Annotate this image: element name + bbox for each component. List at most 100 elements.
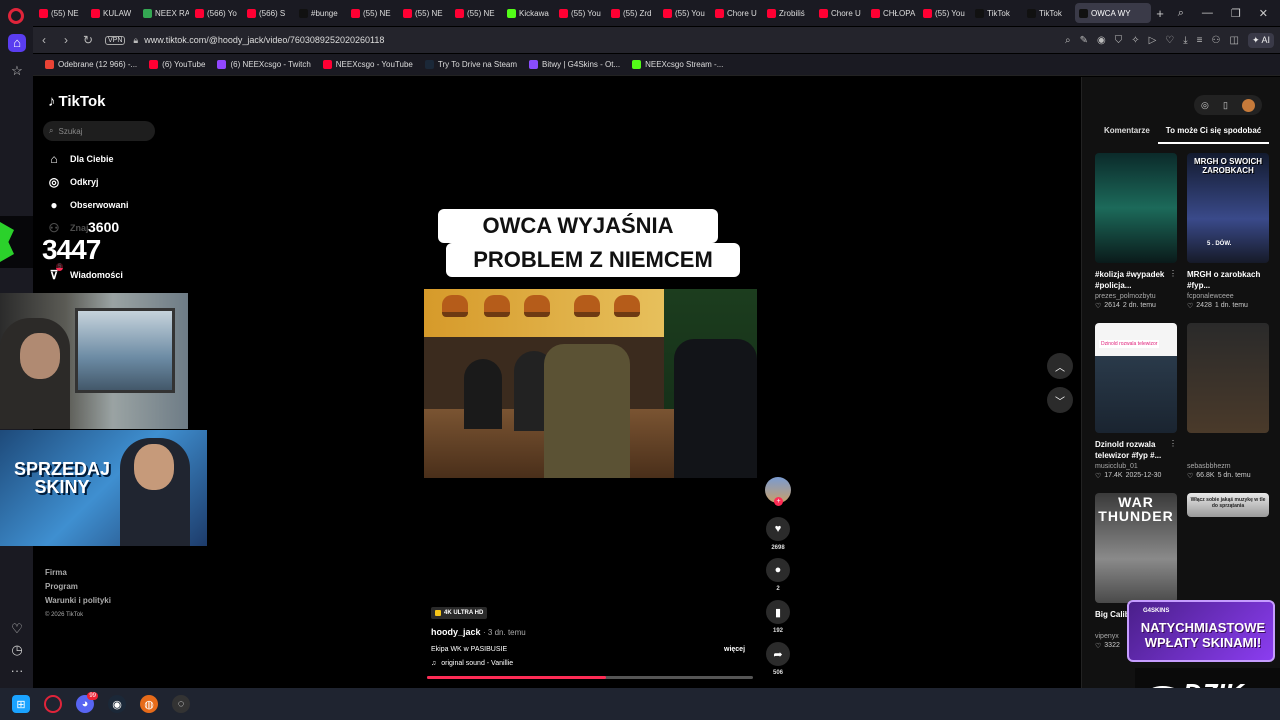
browser-tab[interactable]: (55) You xyxy=(659,3,709,23)
share-icon[interactable]: ➦ xyxy=(766,642,790,666)
browser-tab[interactable]: (55) NE xyxy=(399,3,449,23)
card-title[interactable]: #kolizja #wypadek #policja... xyxy=(1095,269,1177,291)
card-author[interactable]: prezes_polmozbytu xyxy=(1095,293,1177,300)
browser-tab[interactable]: TikTok xyxy=(1023,3,1073,23)
recommended-card[interactable]: MRGH O SWOICH ZAROBKACH 5 . DÓW. MRGH o za… xyxy=(1187,153,1269,310)
obs-icon[interactable]: ◌ xyxy=(172,695,190,713)
user-avatar[interactable] xyxy=(1241,98,1255,112)
nav-item[interactable]: ● Obserwowani xyxy=(46,197,128,213)
browser-tab[interactable]: (55) You xyxy=(919,3,969,23)
opera-logo-icon[interactable] xyxy=(8,8,24,24)
browser-tab[interactable]: (55) NE xyxy=(347,3,397,23)
browser-tab[interactable]: NEEX RA xyxy=(139,3,189,23)
edit-icon[interactable]: ✎ xyxy=(1080,35,1088,46)
heart-outline-icon[interactable]: ♡ xyxy=(1165,35,1174,46)
card-author[interactable]: fcponalewceee xyxy=(1187,293,1269,300)
bookmark-item[interactable]: NEEXcsgo Stream -... xyxy=(632,60,723,69)
creator-avatar[interactable]: + xyxy=(765,477,791,506)
heart-icon[interactable]: ♥ xyxy=(766,517,790,541)
bookmark-item[interactable]: NEEXcsgo - YouTube xyxy=(322,60,413,69)
bookmark-icon[interactable]: ▮ xyxy=(766,600,790,624)
more-icon[interactable]: ··· xyxy=(8,662,26,680)
windows-start-icon[interactable]: ⊞ xyxy=(12,695,30,713)
browser-tab[interactable]: (55) NE xyxy=(451,3,501,23)
footer-link[interactable]: Firma xyxy=(45,566,111,580)
tab-comments[interactable]: Komentarze xyxy=(1096,124,1158,144)
new-tab-button[interactable]: + xyxy=(1151,6,1169,21)
card-title[interactable]: Dzinold rozwala telewizor #fyp #... xyxy=(1095,439,1177,461)
bookmark-item[interactable]: Try To Drive na Steam xyxy=(424,60,517,69)
bookmark-item[interactable]: (6) NEEXcsgo - Twitch xyxy=(217,60,311,69)
maximize-icon[interactable]: ❐ xyxy=(1231,7,1241,20)
url-field[interactable]: www.tiktok.com/@hoody_jack/video/7603089… xyxy=(144,35,384,45)
previous-video-chevron-up-icon[interactable]: ︿ xyxy=(1047,353,1073,379)
shield-icon[interactable]: ⛉ xyxy=(1115,35,1123,46)
home-icon[interactable]: ⌂ xyxy=(8,34,26,52)
video-progress-bar[interactable] xyxy=(427,676,753,679)
browser-tab[interactable]: (55) You xyxy=(555,3,605,23)
close-icon[interactable]: ✕ xyxy=(1259,7,1268,20)
discord-icon[interactable]: ◕ 99 xyxy=(76,692,98,713)
video-player[interactable] xyxy=(424,289,757,478)
pinboard-icon[interactable]: ☆ xyxy=(8,62,26,80)
browser-tab[interactable]: OWCA WY xyxy=(1075,3,1151,23)
minimize-icon[interactable]: — xyxy=(1202,7,1213,20)
next-video-chevron-down-icon[interactable]: ﹀ xyxy=(1047,387,1073,413)
card-author[interactable]: musicclub_01 xyxy=(1095,463,1177,470)
comment-action[interactable]: ● 2 xyxy=(765,558,791,592)
menu-icon[interactable]: ≡ xyxy=(1197,35,1203,46)
nav-item[interactable]: ⊽Wiadomości5 xyxy=(46,263,123,283)
recommended-card[interactable]: sebasbbhezm ♡ 66.8K 5 dn. temu xyxy=(1187,323,1269,480)
origin-icon[interactable]: ◍ xyxy=(140,695,158,713)
more-link[interactable]: więcej xyxy=(724,646,745,653)
card-thumbnail[interactable] xyxy=(1095,153,1177,263)
compass-icon[interactable]: ◎ xyxy=(1201,100,1209,111)
phone-icon[interactable]: ▯ xyxy=(1223,100,1228,111)
card-author[interactable]: sebasbbhezm xyxy=(1187,463,1269,470)
bookmark-item[interactable]: (6) YouTube xyxy=(149,60,205,69)
browser-tab[interactable]: CHŁOPA xyxy=(867,3,917,23)
card-title[interactable] xyxy=(1187,439,1269,461)
search-tabs-icon[interactable]: ⌕ xyxy=(1178,7,1184,20)
reload-icon[interactable]: ↻ xyxy=(77,33,99,47)
save-action[interactable]: ▮ 192 xyxy=(765,600,791,634)
forward-icon[interactable]: › xyxy=(55,33,77,47)
browser-tab[interactable]: (566) Yo xyxy=(191,3,241,23)
browser-tab[interactable]: KULAW xyxy=(87,3,137,23)
like-action[interactable]: ♥ 2698 xyxy=(765,517,791,551)
heart-icon[interactable]: ♡ xyxy=(8,620,26,638)
sound-link[interactable]: ♫ original sound - Vanillie xyxy=(431,660,513,667)
video-author[interactable]: hoody_jack · 3 dn. temu xyxy=(431,627,526,637)
opera-taskbar-icon[interactable] xyxy=(44,695,62,713)
browser-tab[interactable]: Chore U xyxy=(711,3,761,23)
bookmark-item[interactable]: Bitwy | G4Skins - Ot... xyxy=(529,60,620,69)
browser-tab[interactable]: #bunge xyxy=(295,3,345,23)
search-icon[interactable]: ⌕ xyxy=(1065,35,1071,46)
tab-recommended[interactable]: To może Ci się spodobać xyxy=(1157,124,1270,144)
lock-icon[interactable]: 🔒︎ xyxy=(133,35,138,46)
browser-tab[interactable]: (566) S xyxy=(243,3,293,23)
cube-icon[interactable]: ◫ xyxy=(1229,35,1238,46)
vpn-badge[interactable]: VPN xyxy=(105,35,126,45)
card-thumbnail[interactable] xyxy=(1187,323,1269,433)
recommended-card[interactable]: Włącz sobie jakąś muzykę w tle do sprząt… xyxy=(1187,493,1269,517)
browser-tab[interactable]: Kickawa xyxy=(503,3,553,23)
recommended-card[interactable]: #kolizja #wypadek #policja... prezes_polm… xyxy=(1095,153,1177,310)
card-thumbnail[interactable]: Dzinold rozwala telewizor xyxy=(1095,323,1177,433)
browser-tab[interactable]: Zrobiliś xyxy=(763,3,813,23)
extensions-icon[interactable]: ✧ xyxy=(1131,35,1139,46)
back-icon[interactable]: ‹ xyxy=(33,33,55,47)
steam-icon[interactable]: ◉ xyxy=(108,695,126,713)
more-options-icon[interactable]: ⋮ xyxy=(1169,439,1177,448)
profile-icon[interactable]: ⚇ xyxy=(1212,35,1221,46)
comment-icon[interactable]: ● xyxy=(766,558,790,582)
ai-button[interactable]: ✦ AI xyxy=(1247,32,1274,48)
follow-plus-icon[interactable]: + xyxy=(774,497,783,506)
nav-item[interactable]: ⌂ Dla Ciebie xyxy=(46,151,113,167)
history-icon[interactable]: ◷ xyxy=(8,641,26,659)
browser-tab[interactable]: (55) Zrd xyxy=(607,3,657,23)
share-action[interactable]: ➦ 506 xyxy=(765,642,791,676)
card-thumbnail[interactable]: Włącz sobie jakąś muzykę w tle do sprząt… xyxy=(1187,493,1269,517)
tiktok-logo[interactable]: ♪ TikTok xyxy=(48,93,105,110)
more-options-icon[interactable]: ⋮ xyxy=(1169,269,1177,278)
